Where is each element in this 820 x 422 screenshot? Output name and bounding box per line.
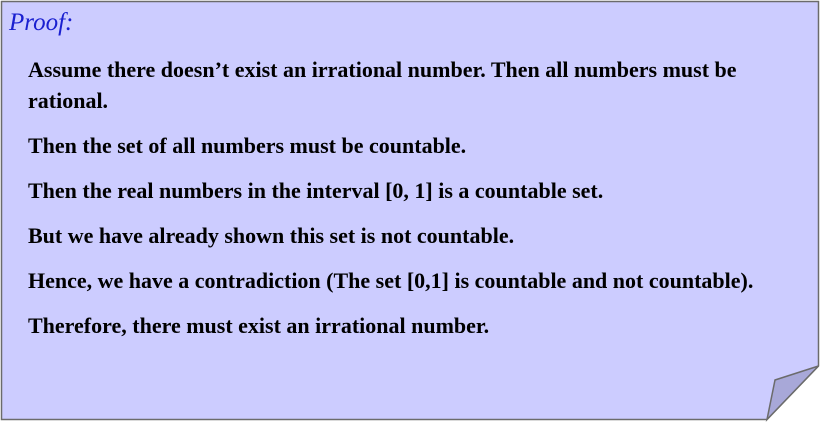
proof-line-1: Assume there doesn’t exist an irrational… xyxy=(28,57,737,113)
proof-line-3: Then the real numbers in the interval [0… xyxy=(28,178,604,203)
proof-line-2: Then the set of all numbers must be coun… xyxy=(28,133,467,158)
proof-note: Proof: Assume there doesn’t exist an irr… xyxy=(0,0,820,422)
proof-line-6: Therefore, there must exist an irrationa… xyxy=(28,313,490,338)
proof-body: Assume there doesn’t exist an irrational… xyxy=(28,54,768,355)
proof-line-5: Hence, we have a contradiction (The set … xyxy=(28,268,754,293)
proof-line-4: But we have already shown this set is no… xyxy=(28,223,515,248)
proof-title: Proof: xyxy=(9,9,74,36)
